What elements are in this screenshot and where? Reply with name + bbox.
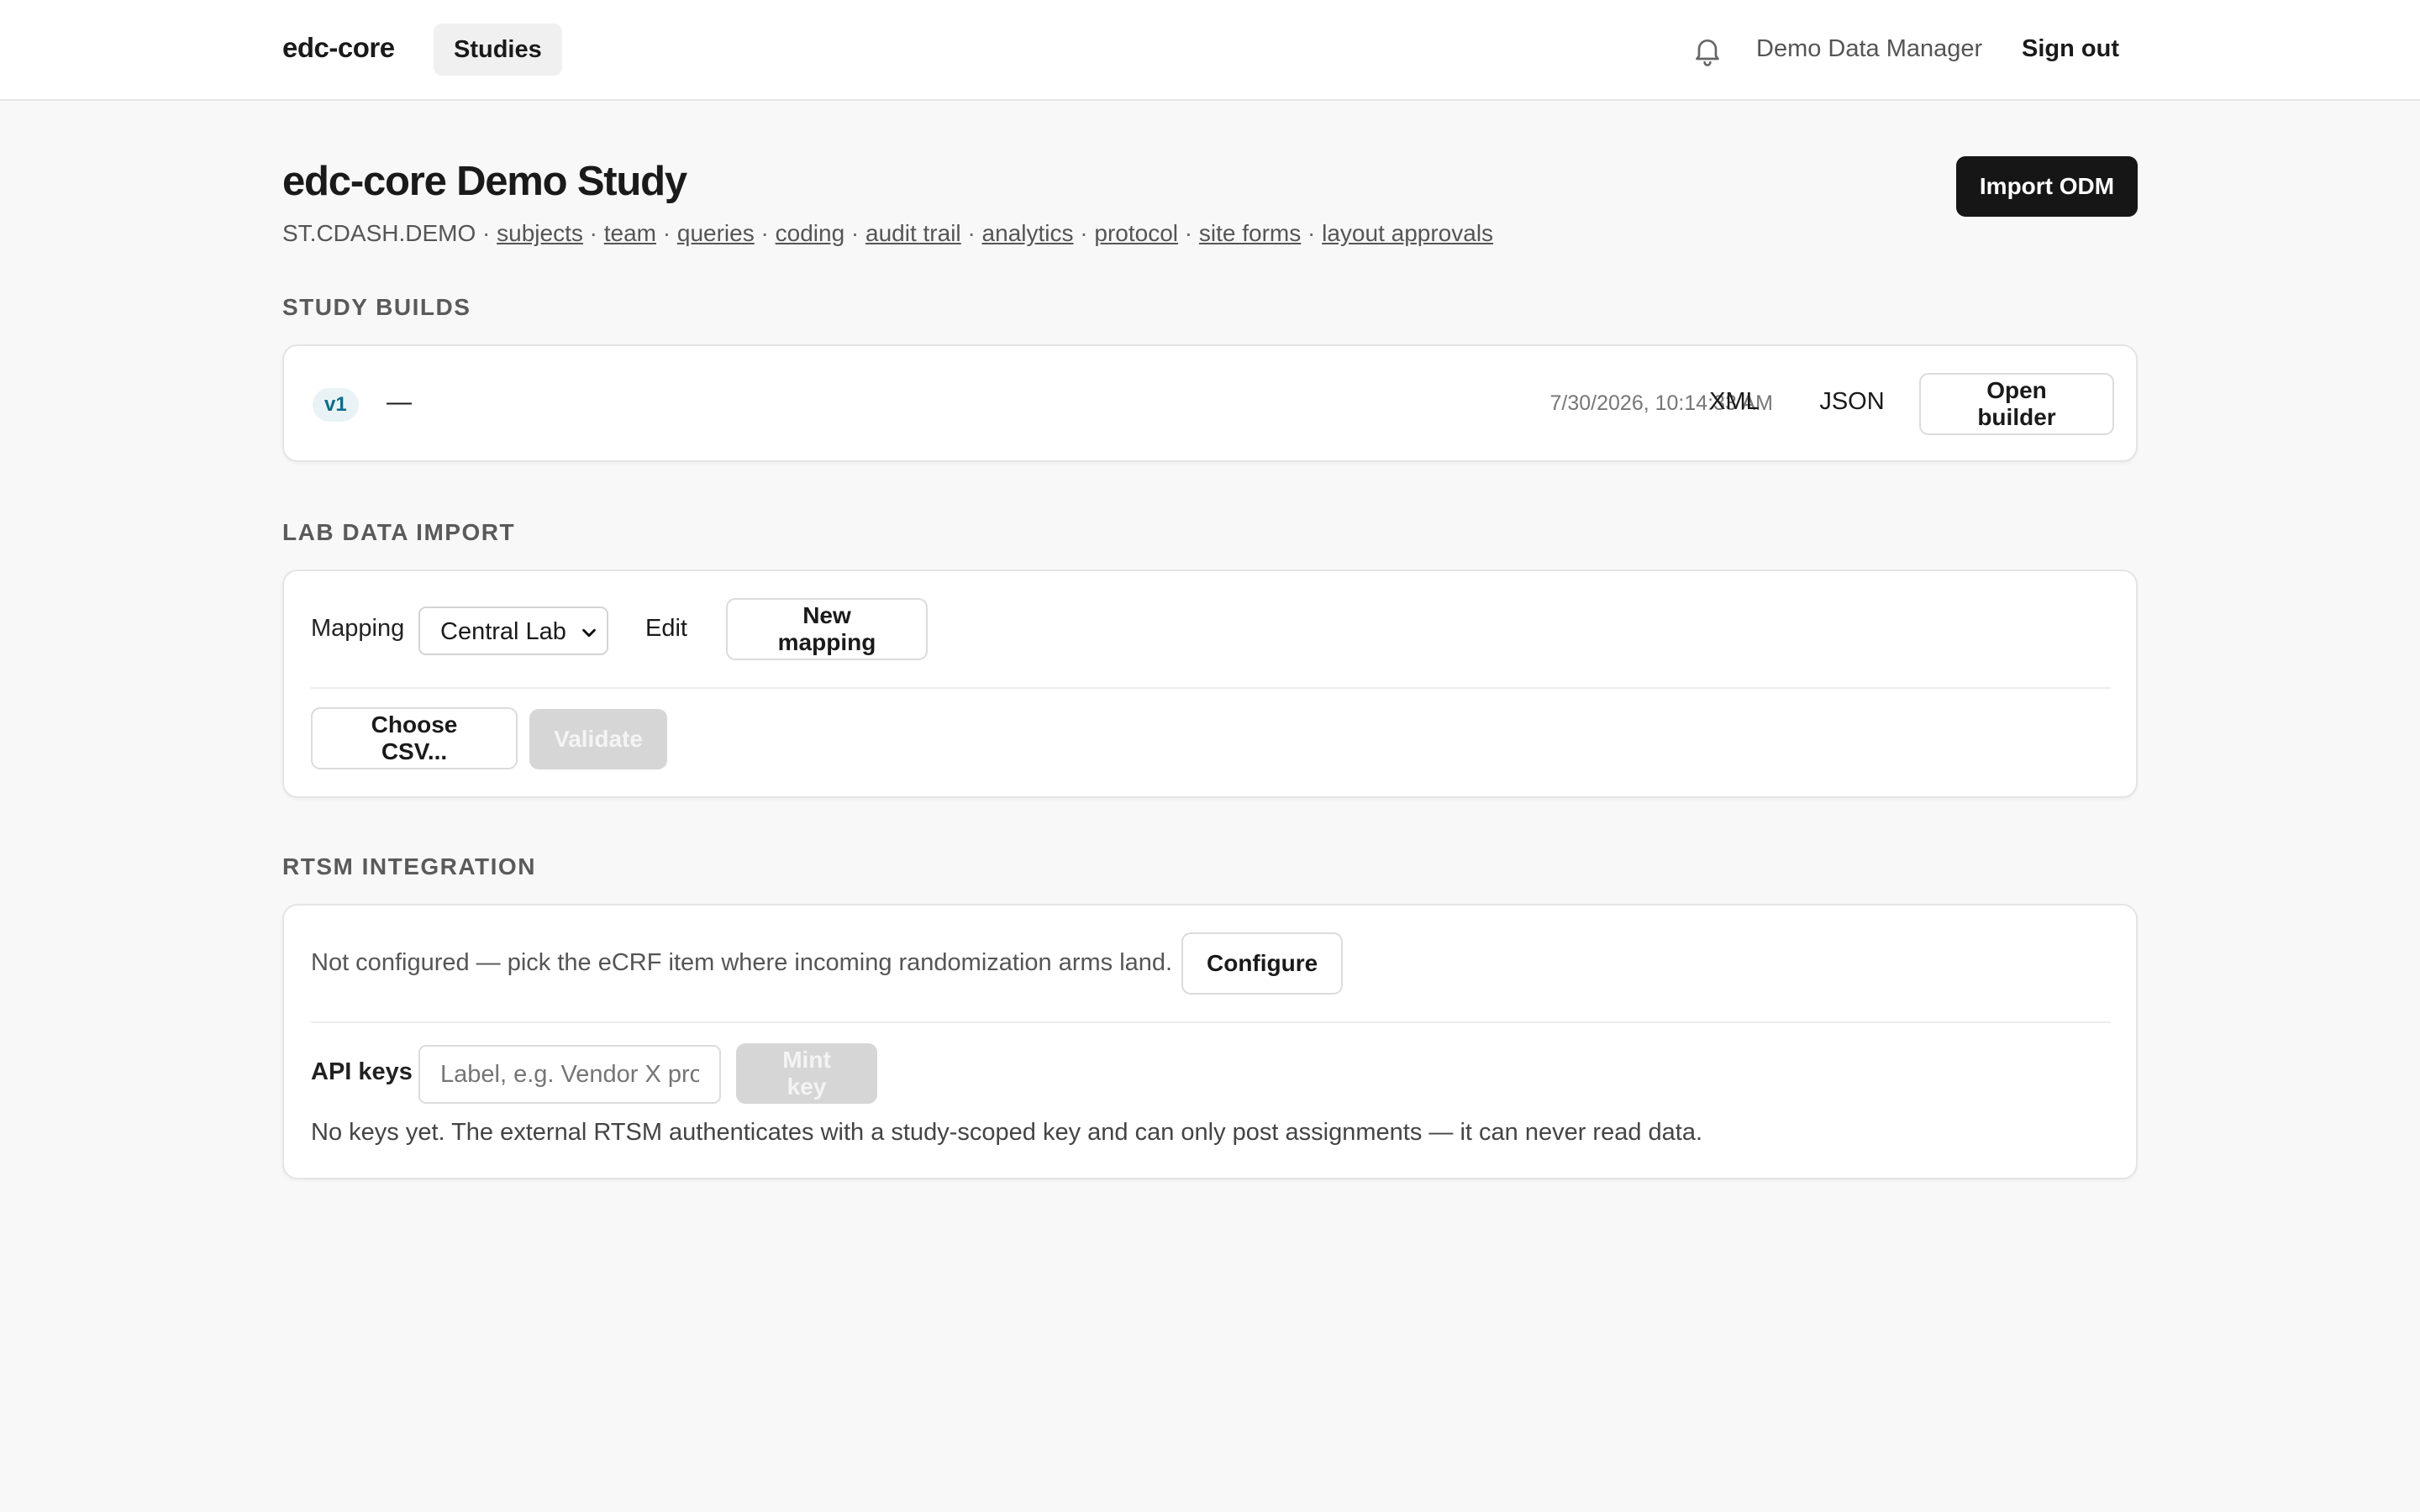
mapping-selected-value: Central Lab [440, 618, 566, 645]
link-audit-trail[interactable]: audit trail [865, 220, 961, 246]
no-keys-text: No keys yet. The external RTSM authentic… [311, 1119, 1703, 1146]
top-navigation-bar: edc-core Studies Demo Data Manager Sign … [0, 0, 2420, 101]
separator: · [1184, 220, 1193, 246]
divider [311, 1021, 2111, 1023]
study-builds-card: v1 — 7/30/2026, 10:14:33 AM XML JSON Ope… [282, 344, 2138, 462]
study-code: ST.CDASH.DEMO [282, 220, 476, 246]
edit-mapping-link[interactable]: Edit [645, 615, 687, 643]
link-layout-approvals[interactable]: layout approvals [1322, 220, 1493, 246]
link-coding[interactable]: coding [776, 220, 845, 246]
xml-export-link[interactable]: XML [1709, 388, 1760, 416]
lab-import-card: Mapping Central Lab Edit New mapping Cho… [282, 570, 2138, 798]
link-team[interactable]: team [604, 220, 656, 246]
build-description: — [387, 388, 412, 416]
rtsm-card: Not configured — pick the eCRF item wher… [282, 904, 2138, 1179]
separator: · [850, 220, 860, 246]
validate-button[interactable]: Validate [529, 709, 667, 769]
json-export-link[interactable]: JSON [1818, 388, 1886, 416]
new-mapping-button[interactable]: New mapping [726, 598, 928, 660]
link-site-forms[interactable]: site forms [1199, 220, 1301, 246]
divider [311, 687, 2111, 689]
separator: · [967, 220, 976, 246]
mapping-label: Mapping [311, 615, 405, 642]
study-builds-heading: STUDY BUILDS [282, 294, 471, 320]
api-key-label-input[interactable] [418, 1045, 721, 1104]
sign-out-link[interactable]: Sign out [2022, 35, 2119, 63]
page-title: edc-core Demo Study [282, 159, 687, 204]
mapping-select[interactable]: Central Lab [418, 606, 608, 655]
version-badge: v1 [313, 388, 359, 422]
separator: · [1307, 220, 1316, 246]
separator: · [760, 220, 769, 246]
api-keys-label: API keys [311, 1058, 413, 1085]
link-protocol[interactable]: protocol [1094, 220, 1178, 246]
separator: · [589, 220, 597, 246]
import-odm-button[interactable]: Import ODM [1956, 156, 2138, 217]
study-subnav: ST.CDASH.DEMO · subjects · team · querie… [282, 220, 1493, 247]
bell-icon[interactable] [1691, 34, 1724, 67]
lab-import-heading: LAB DATA IMPORT [282, 519, 516, 545]
separator: · [662, 220, 671, 246]
link-subjects[interactable]: subjects [497, 220, 583, 246]
separator: · [482, 220, 491, 246]
user-name: Demo Data Manager [1756, 35, 1983, 62]
open-builder-button[interactable]: Open builder [1919, 373, 2114, 435]
chevron-down-icon [582, 628, 596, 638]
choose-csv-button[interactable]: Choose CSV... [311, 707, 518, 769]
rtsm-status-text: Not configured — pick the eCRF item wher… [311, 949, 1173, 976]
rtsm-heading: RTSM INTEGRATION [282, 853, 536, 879]
configure-button[interactable]: Configure [1181, 932, 1343, 995]
link-analytics[interactable]: analytics [982, 220, 1074, 246]
mint-key-button[interactable]: Mint key [736, 1043, 877, 1104]
nav-studies-link[interactable]: Studies [434, 24, 562, 76]
brand-logo[interactable]: edc-core [282, 32, 395, 64]
link-queries[interactable]: queries [677, 220, 755, 246]
separator: · [1080, 220, 1088, 246]
